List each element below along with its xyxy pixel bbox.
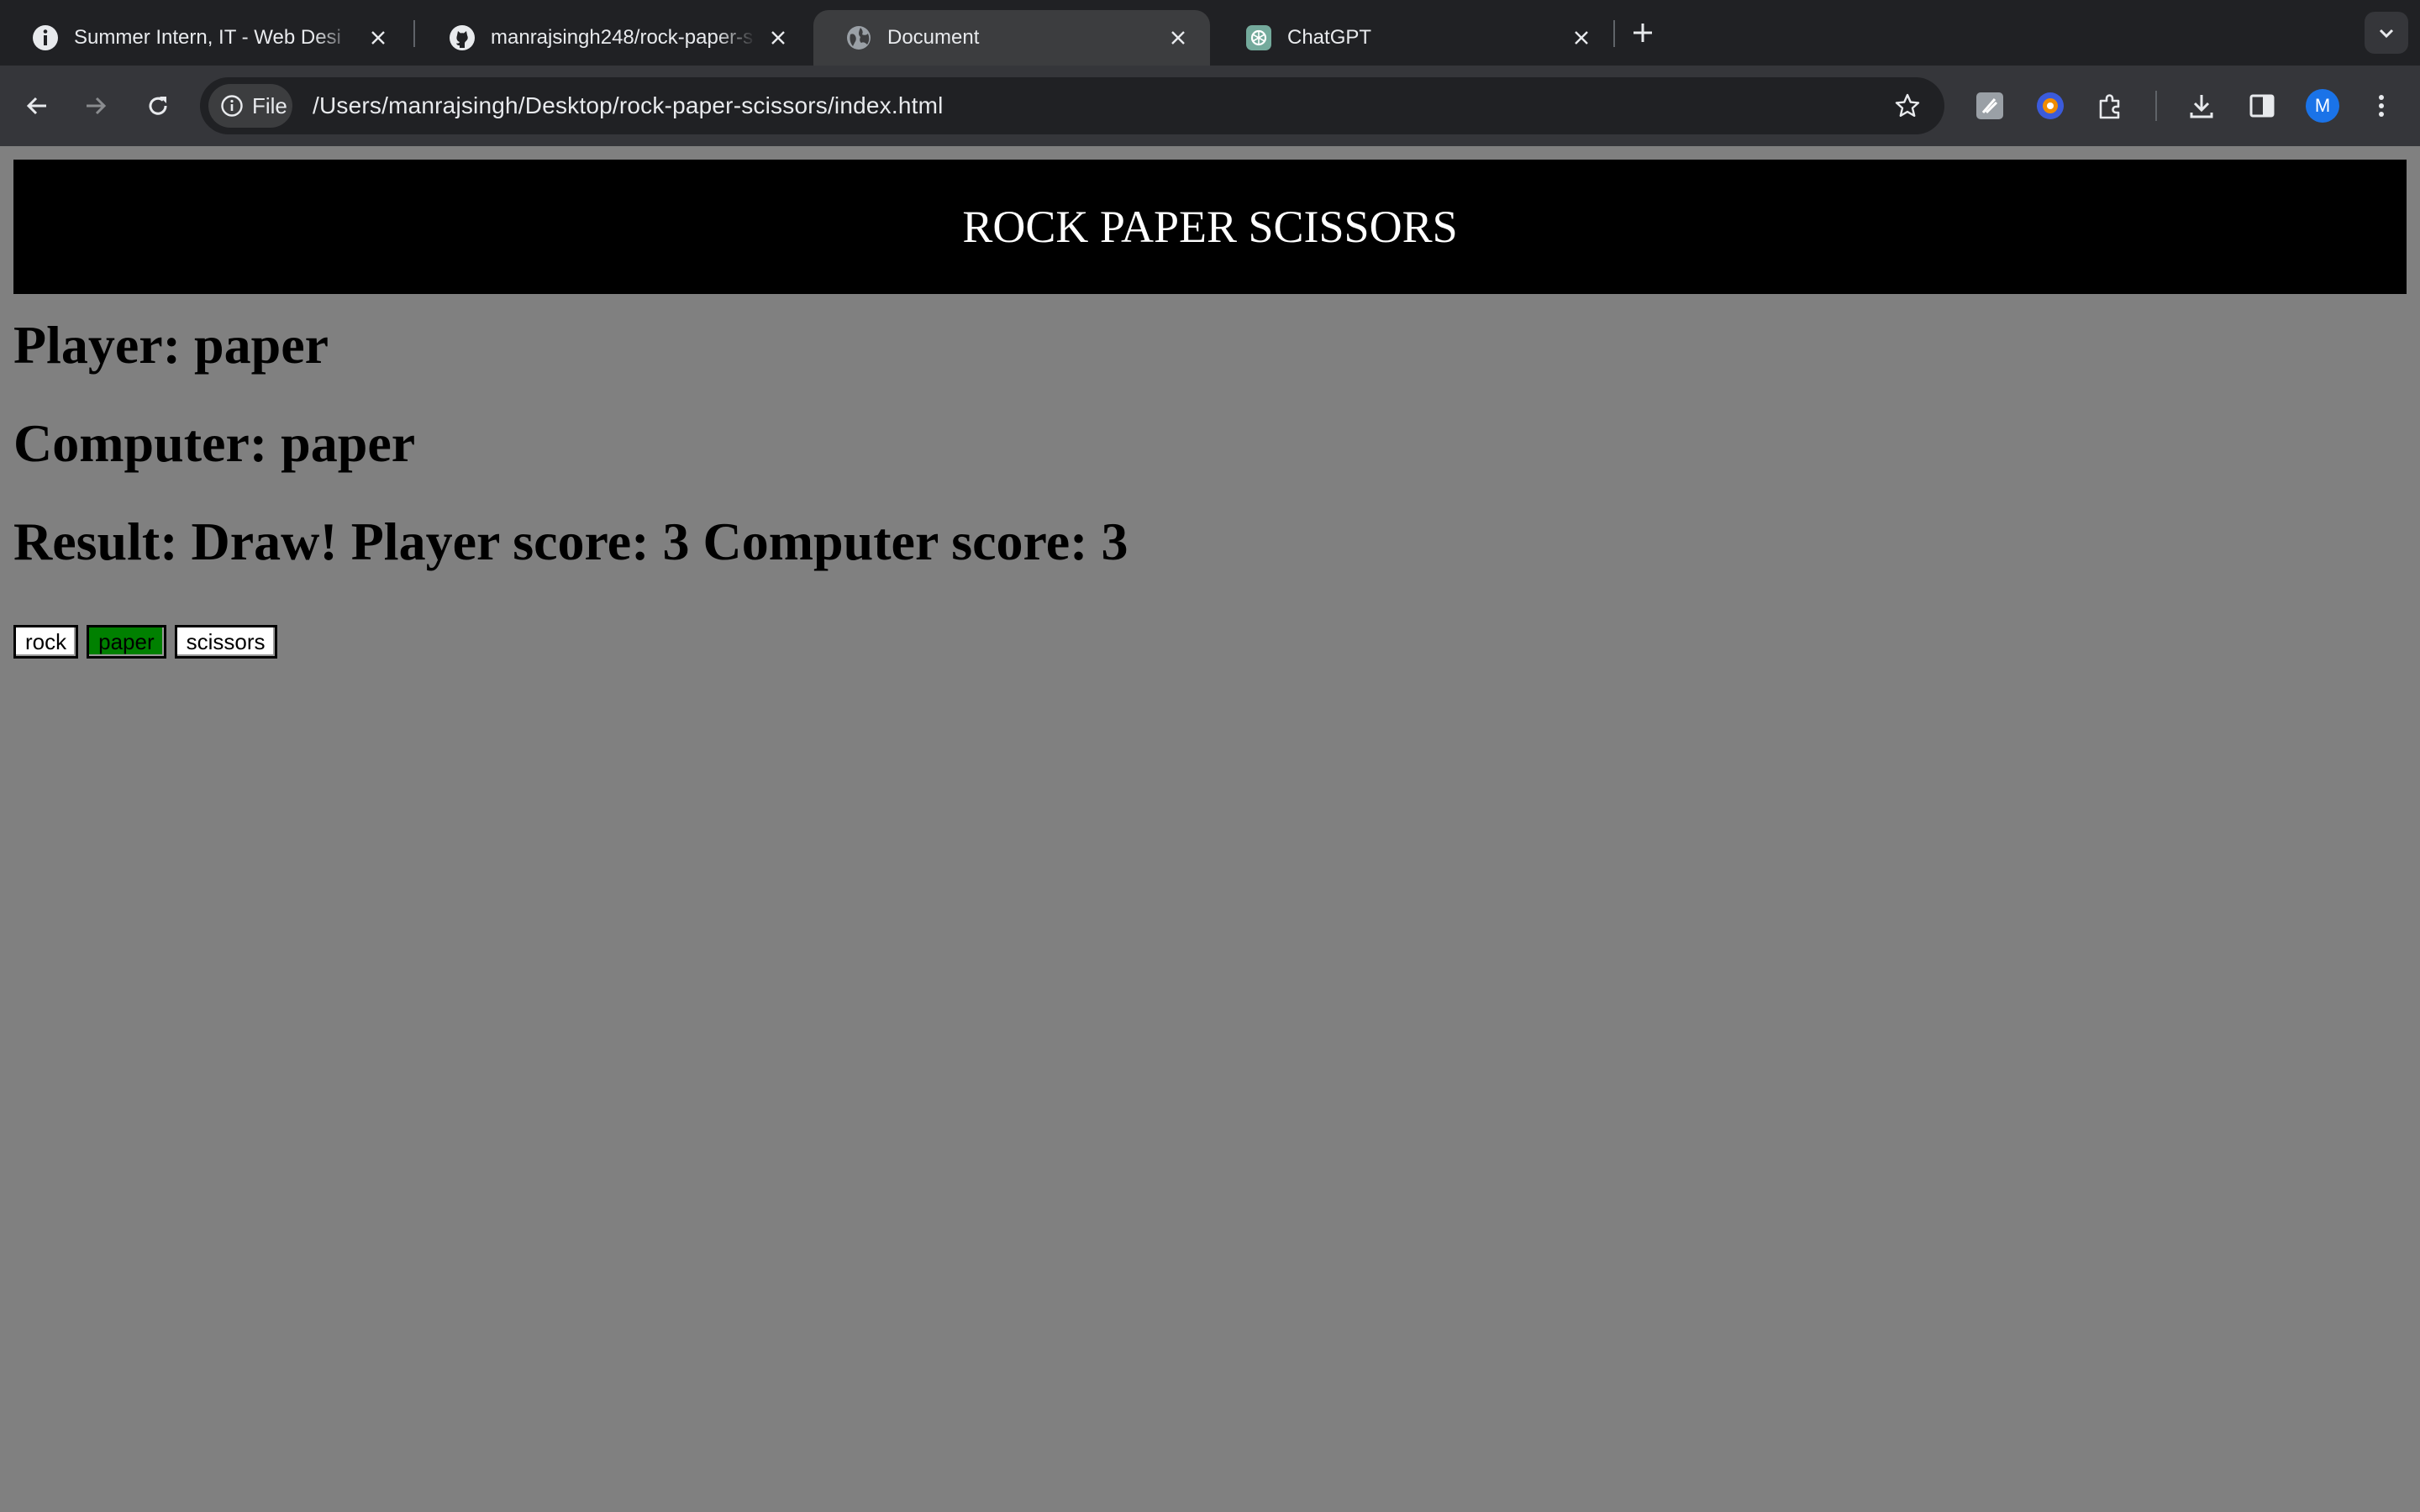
plus-icon [1634, 24, 1652, 42]
tab-strip: Summer Intern, IT - Web Desi manrajsingh… [0, 0, 2420, 66]
result-line: Result: Draw! Player score: 3 Computer s… [13, 512, 1128, 571]
game-banner: ROCK PAPER SCISSORS [13, 160, 2407, 294]
side-panel-icon [2249, 94, 2275, 118]
tab-summer-intern[interactable]: Summer Intern, IT - Web Desi [0, 10, 410, 66]
paper-button[interactable]: paper [87, 625, 166, 659]
bookmark-star-icon[interactable] [1892, 91, 1923, 121]
back-button[interactable] [17, 86, 57, 126]
new-tab-button[interactable] [1627, 17, 1659, 49]
browser-toolbar: File /Users/manrajsingh/Desktop/rock-pap… [0, 66, 2420, 146]
site-info-chip[interactable]: File [208, 84, 292, 128]
downloads-button[interactable] [2181, 86, 2222, 126]
close-icon[interactable] [765, 24, 792, 51]
address-bar[interactable]: File /Users/manrajsingh/Desktop/rock-pap… [200, 77, 1944, 134]
arrow-right-icon [87, 97, 107, 115]
download-icon [2190, 95, 2213, 118]
close-icon[interactable] [1568, 24, 1595, 51]
reload-button[interactable] [138, 86, 178, 126]
info-icon [221, 95, 243, 117]
tab-document[interactable]: Document [813, 10, 1210, 66]
pen-extension-icon [1976, 92, 2003, 119]
tab-chatgpt[interactable]: ChatGPT [1213, 10, 1613, 66]
puzzle-icon [2099, 94, 2120, 119]
tab-title: Summer Intern, IT - Web Desi [74, 26, 341, 49]
player-choice: Player: paper [13, 315, 329, 375]
tab-title: Document [887, 26, 980, 49]
toolbar-divider [2155, 91, 2157, 121]
profile-avatar[interactable]: M [2306, 89, 2339, 123]
tab-separator [413, 20, 415, 47]
tab-title: manrajsingh248/rock-paper-s [491, 26, 754, 49]
chevron-down-icon [2379, 29, 2394, 39]
close-icon[interactable] [1165, 24, 1192, 51]
kebab-menu-icon [2379, 95, 2384, 117]
forward-button[interactable] [76, 86, 116, 126]
computer-choice: Computer: paper [13, 413, 416, 473]
tab-title: ChatGPT [1287, 26, 1372, 49]
chatgpt-icon [1245, 24, 1272, 51]
shield-extension-icon [2037, 92, 2064, 119]
github-icon [449, 24, 476, 51]
close-icon[interactable] [365, 24, 392, 51]
url-text[interactable]: /Users/manrajsingh/Desktop/rock-paper-sc… [313, 77, 944, 134]
site-info-label: File [252, 92, 287, 118]
scissors-button[interactable]: scissors [174, 625, 277, 659]
extensions-button[interactable] [2091, 86, 2131, 126]
extension-button-2[interactable] [2030, 86, 2070, 126]
reload-icon [149, 97, 167, 115]
side-panel-button[interactable] [2242, 86, 2282, 126]
globe-icon [845, 24, 872, 51]
rock-button[interactable]: rock [13, 625, 79, 659]
choice-buttons: rock paper scissors [13, 625, 286, 659]
tab-github[interactable]: manrajsingh248/rock-paper-s [417, 10, 810, 66]
arrow-left-icon [26, 97, 46, 115]
tab-search-button[interactable] [2365, 12, 2408, 54]
menu-button[interactable] [2361, 86, 2402, 126]
tab-separator [1613, 20, 1615, 47]
page-content: ROCK PAPER SCISSORS Player: paper Comput… [0, 146, 2420, 1512]
info-icon [32, 24, 59, 51]
extension-button-1[interactable] [1970, 86, 2010, 126]
